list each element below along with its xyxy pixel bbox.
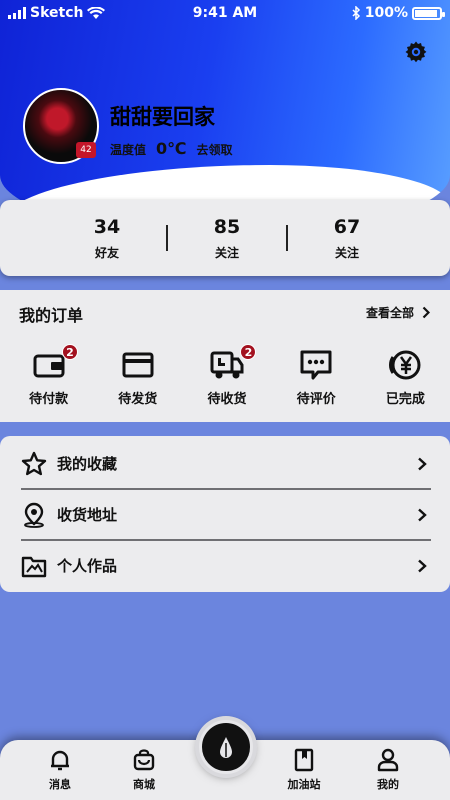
wallet-icon <box>33 354 65 378</box>
order-badge: 2 <box>62 344 78 360</box>
tab-gas-station[interactable]: 加油站 <box>274 748 334 792</box>
chevron-right-icon <box>418 457 427 470</box>
menu-card: 我的收藏 收货地址 个人作品 <box>0 436 450 592</box>
chevron-right-icon <box>418 508 427 521</box>
menu-item-label: 收货地址 <box>57 506 118 524</box>
stat-label: 关注 <box>214 245 239 260</box>
bookmark-book-icon <box>294 748 314 772</box>
view-all-orders-link[interactable]: 查看全部 <box>366 304 430 321</box>
stat-following-2[interactable]: 67 关注 <box>288 216 406 261</box>
tab-label: 消息 <box>49 778 71 791</box>
status-bar: Sketch 9:41 AM 100% <box>0 0 450 28</box>
stat-value: 34 <box>93 215 121 238</box>
location-pin-icon <box>24 502 44 528</box>
menu-item-works[interactable]: 个人作品 <box>0 540 450 591</box>
bluetooth-icon <box>352 6 360 20</box>
chevron-right-icon <box>418 559 427 572</box>
orders-section: 我的订单 查看全部 2 待付款 待发货 2 待收货 待评价 已完成 <box>0 290 450 422</box>
star-icon <box>21 451 47 475</box>
temperature-row: 温度值 0℃ 去领取 <box>110 139 233 158</box>
menu-item-label: 我的收藏 <box>57 455 118 473</box>
battery-icon <box>412 6 445 20</box>
center-action-button[interactable] <box>199 720 253 774</box>
order-label: 待收货 <box>207 392 247 407</box>
order-label: 待评价 <box>296 392 336 407</box>
stat-value: 67 <box>333 215 361 238</box>
temperature-label: 温度值 <box>110 143 147 157</box>
user-icon <box>377 748 399 772</box>
order-pending-payment[interactable]: 2 待付款 <box>4 344 93 407</box>
order-pending-shipment[interactable]: 待发货 <box>93 348 182 407</box>
menu-item-address[interactable]: 收货地址 <box>0 489 450 540</box>
orders-title: 我的订单 <box>19 306 84 325</box>
temperature-value: 0℃ <box>156 139 187 158</box>
stats-card: 34 好友 85 关注 67 关注 <box>0 200 450 276</box>
order-label: 待发货 <box>118 392 158 407</box>
tab-messages[interactable]: 消息 <box>30 748 90 792</box>
yen-icon <box>389 350 421 380</box>
stat-value: 85 <box>213 215 241 238</box>
order-completed[interactable]: 已完成 <box>361 348 450 407</box>
order-label: 待付款 <box>29 392 69 407</box>
order-pending-review[interactable]: 待评价 <box>272 348 361 407</box>
menu-item-label: 个人作品 <box>57 557 118 575</box>
box-icon <box>122 352 154 378</box>
order-pending-receipt[interactable]: 2 待收货 <box>182 344 271 407</box>
username: 甜甜要回家 <box>110 105 215 129</box>
menu-item-favorites[interactable]: 我的收藏 <box>0 438 450 489</box>
stat-label: 关注 <box>334 245 359 260</box>
comment-icon <box>300 350 332 380</box>
tab-label: 加油站 <box>287 778 321 791</box>
tab-mine[interactable]: 我的 <box>358 748 418 792</box>
shop-bag-icon <box>133 749 155 771</box>
order-badge: 2 <box>240 344 257 360</box>
gear-icon[interactable] <box>404 40 428 64</box>
view-all-label: 查看全部 <box>365 306 414 320</box>
battery-percent: 100% <box>364 5 408 21</box>
stat-following[interactable]: 85 关注 <box>168 216 286 261</box>
claim-temperature-link[interactable]: 去领取 <box>197 141 233 158</box>
stat-friends[interactable]: 34 好友 <box>48 216 166 261</box>
tab-label: 我的 <box>377 778 399 791</box>
tab-shop[interactable]: 商城 <box>114 748 174 792</box>
avatar-badge: 42 <box>76 142 96 158</box>
chevron-right-icon <box>422 306 430 319</box>
drop-icon <box>220 737 232 758</box>
tab-label: 商城 <box>133 778 155 791</box>
order-label: 已完成 <box>385 392 425 407</box>
truck-icon <box>210 351 244 379</box>
folder-image-icon <box>21 556 47 577</box>
bell-icon <box>51 750 69 771</box>
stat-label: 好友 <box>94 245 119 260</box>
